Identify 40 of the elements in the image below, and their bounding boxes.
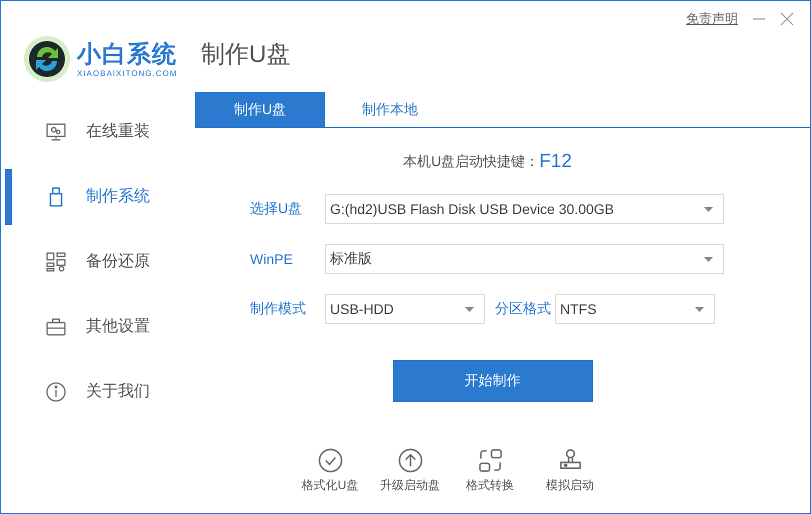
check-circle-icon: [318, 448, 342, 473]
tab[interactable]: 制作U盘: [195, 92, 325, 127]
caret-icon: [704, 206, 713, 212]
field-label: WinPE: [250, 251, 294, 267]
tool-button[interactable]: 模拟启动: [530, 448, 610, 494]
convert-icon: [478, 448, 502, 473]
hotkey-label: 本机U盘启动快捷键：: [403, 153, 540, 171]
dropdown[interactable]: NTFS: [555, 294, 715, 324]
active-indicator: [5, 169, 12, 225]
field-label: 制作模式: [250, 300, 307, 318]
sidebar-item[interactable]: 在线重装: [1, 99, 195, 164]
logo-icon: [23, 35, 71, 83]
logo-text: 小白系统: [77, 40, 178, 68]
tab[interactable]: 制作本地: [325, 92, 455, 127]
caret-icon: [704, 256, 713, 262]
sidebar-item[interactable]: 关于我们: [1, 359, 195, 424]
dropdown[interactable]: USB-HDD: [325, 294, 485, 324]
grid-icon: [46, 252, 66, 272]
field-label: 选择U盘: [250, 200, 304, 218]
sidebar-item[interactable]: 其他设置: [1, 294, 195, 359]
field-label: 分区格式: [495, 300, 552, 318]
disclaimer-link[interactable]: 免责声明: [686, 10, 738, 28]
briefcase-icon: [46, 316, 66, 336]
sidebar-item[interactable]: 制作系统: [1, 164, 195, 229]
start-button[interactable]: 开始制作: [392, 360, 592, 402]
tool-button[interactable]: 格式转换: [450, 448, 530, 494]
page-title: 制作U盘: [200, 40, 292, 70]
monitor-icon: [46, 122, 66, 142]
hotkey-value: F12: [539, 151, 572, 173]
close-icon[interactable]: [780, 12, 794, 26]
tool-button[interactable]: 格式化U盘: [290, 448, 370, 494]
dropdown[interactable]: G:(hd2)USB Flash Disk USB Device 30.00GB: [325, 194, 724, 224]
dropdown[interactable]: 标准版: [325, 244, 724, 274]
logo-subtext: XIAOBAIXITONG.COM: [77, 68, 178, 78]
arrow-up-circle-icon: [398, 448, 422, 473]
caret-icon: [695, 306, 704, 312]
info-icon: [46, 382, 66, 402]
sidebar-item[interactable]: 备份还原: [1, 229, 195, 294]
caret-icon: [465, 306, 474, 312]
tool-button[interactable]: 升级启动盘: [370, 448, 450, 494]
